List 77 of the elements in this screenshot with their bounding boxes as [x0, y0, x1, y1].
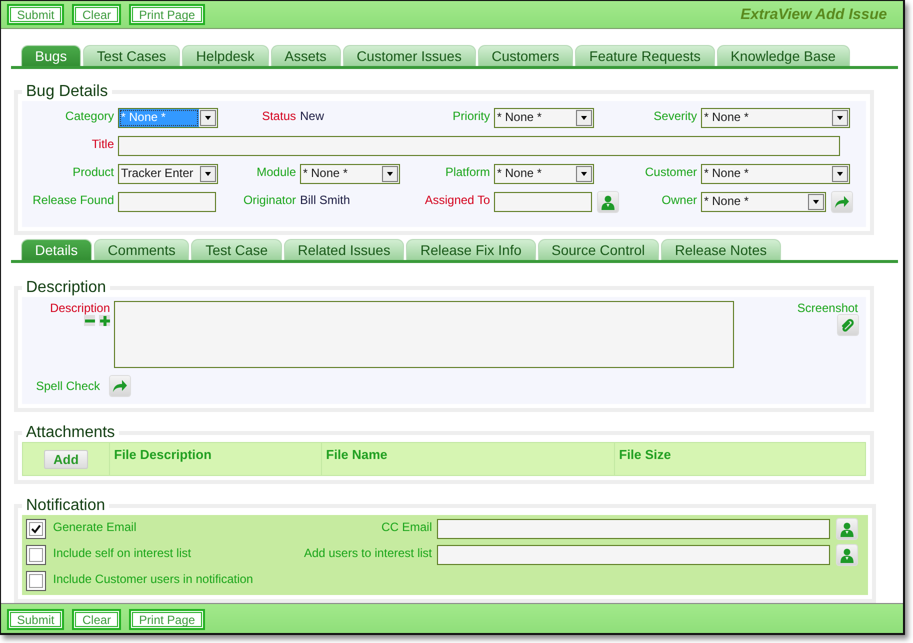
dropdown[interactable]: * None *	[701, 192, 826, 212]
user-icon[interactable]	[837, 545, 857, 565]
tab[interactable]: Customer Issues	[342, 45, 476, 66]
minus-icon[interactable]	[84, 315, 95, 326]
tab[interactable]: Details	[21, 239, 92, 260]
section-heading: Attachments	[25, 424, 116, 442]
field-label: Release Found	[32, 192, 115, 207]
field-label: Category	[64, 108, 115, 123]
tab[interactable]: Assets	[270, 45, 341, 66]
checkbox[interactable]	[26, 545, 46, 565]
input-field[interactable]	[118, 136, 840, 156]
dropdown[interactable]: * None *	[701, 164, 850, 184]
description-textarea[interactable]	[114, 301, 734, 368]
field-label: Status	[260, 108, 297, 123]
field-label: Customer	[644, 164, 698, 179]
user-icon[interactable]	[837, 519, 857, 539]
field-label: CC Email	[380, 520, 433, 536]
tab[interactable]: Feature Requests	[575, 45, 715, 66]
paperclip-icon[interactable]	[838, 315, 858, 335]
toolbar-button[interactable]: Clear	[72, 608, 122, 630]
field-label: Owner	[660, 192, 698, 207]
user-icon[interactable]	[598, 192, 618, 212]
dropdown[interactable]: * None *	[300, 164, 400, 184]
section-heading: Description	[25, 279, 108, 297]
tab[interactable]: Bugs	[21, 45, 81, 66]
tab[interactable]: Customers	[478, 45, 574, 66]
tab[interactable]: Release Fix Info	[406, 239, 536, 260]
dropdown[interactable]: * None *	[494, 108, 594, 128]
plus-icon[interactable]	[99, 315, 110, 326]
add-button[interactable]: Add	[44, 450, 88, 468]
field-label: Description	[50, 301, 110, 315]
input-field[interactable]	[494, 192, 592, 212]
tab[interactable]: Comments	[94, 239, 190, 260]
tab[interactable]: Test Case	[191, 239, 282, 260]
field-label: Spell Check	[36, 379, 100, 393]
input-field[interactable]	[118, 192, 216, 212]
field-label: Originator	[242, 192, 297, 207]
toolbar-button[interactable]: Print Page	[129, 4, 206, 25]
field-label: Title	[90, 136, 115, 151]
page-title: ExtraView Add Issue	[740, 6, 887, 23]
toolbar-button[interactable]: Clear	[72, 4, 122, 25]
dropdown[interactable]: Tracker Enter	[118, 164, 218, 184]
checkbox[interactable]	[26, 519, 46, 539]
toolbar-button[interactable]: Submit	[7, 4, 64, 25]
dropdown[interactable]: * None *	[494, 164, 594, 184]
checkbox-label: Include Customer users in notification	[53, 572, 254, 588]
checkbox[interactable]	[26, 571, 46, 591]
checkbox-label: Generate Email	[53, 520, 136, 536]
dropdown[interactable]: * None *	[701, 108, 850, 128]
tab[interactable]: Helpdesk	[182, 45, 269, 66]
field-label: Module	[256, 164, 297, 179]
column-header: File Size	[614, 442, 866, 476]
checkbox-label: Include self on interest list	[53, 546, 192, 562]
field-label: Severity	[652, 108, 698, 123]
column-header: File Name	[322, 442, 614, 476]
input-field[interactable]	[437, 545, 830, 565]
field-label: Priority	[452, 108, 491, 123]
field-label: Assigned To	[424, 192, 491, 207]
section-heading: Bug Details	[25, 83, 109, 101]
dropdown[interactable]: * None *	[118, 108, 218, 128]
field-label: Add users to interest list	[302, 546, 433, 562]
toolbar-button[interactable]: Submit	[7, 608, 64, 630]
field-value: New	[300, 109, 324, 123]
field-label: Screenshot	[797, 301, 858, 315]
checkmark-icon	[31, 524, 41, 534]
tab[interactable]: Test Cases	[82, 45, 180, 66]
tab[interactable]: Release Notes	[660, 239, 781, 260]
toolbar-button[interactable]: Print Page	[129, 608, 206, 630]
field-label: Product	[72, 164, 115, 179]
tab[interactable]: Source Control	[538, 239, 659, 260]
column-header: File Description	[110, 442, 322, 476]
tab[interactable]: Related Issues	[284, 239, 404, 260]
section-heading: Notification	[25, 497, 106, 515]
field-label: Platform	[444, 164, 491, 179]
input-field[interactable]	[437, 519, 830, 539]
field-value: Bill Smith	[300, 193, 350, 207]
tab[interactable]: Knowledge Base	[716, 45, 850, 66]
